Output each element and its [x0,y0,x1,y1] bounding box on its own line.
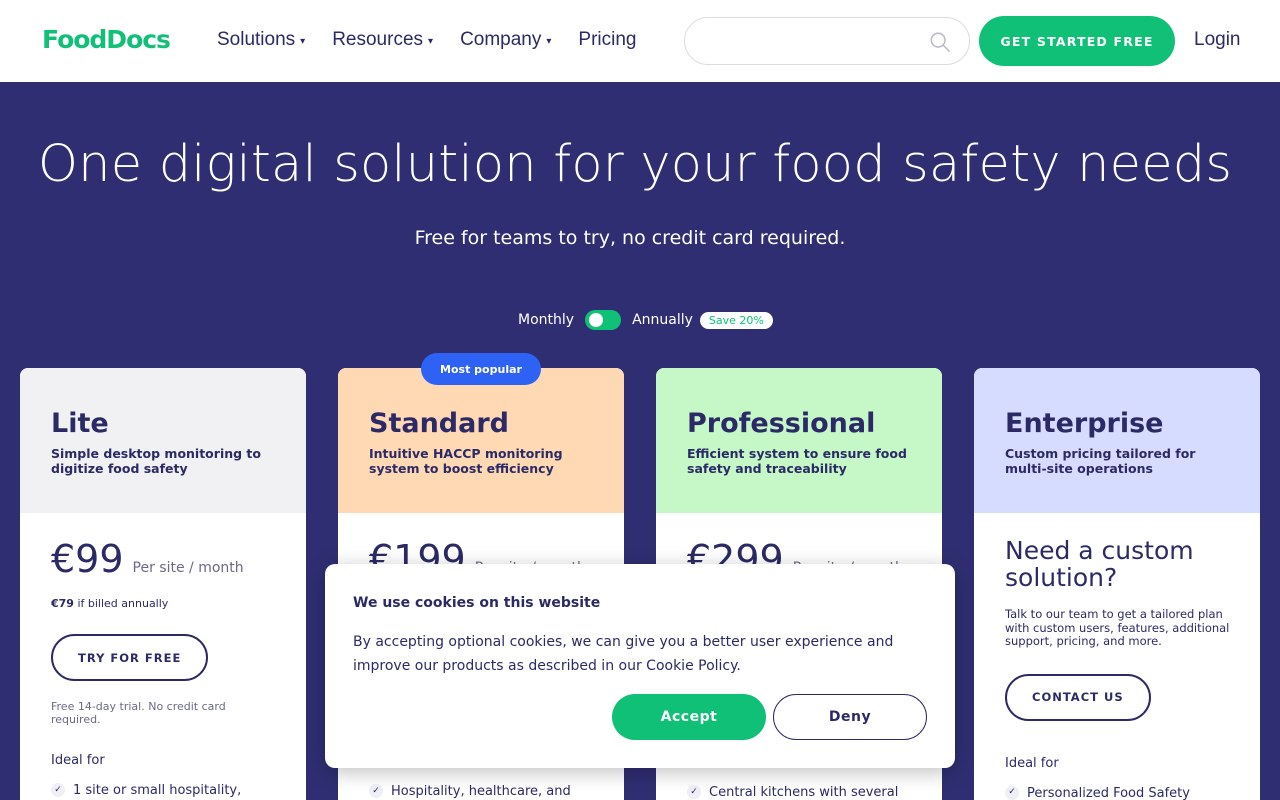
custom-solution-text: Talk to our team to get a tailored plan … [1005,607,1230,648]
plan-card-lite: Lite Simple desktop monitoring to digiti… [20,368,306,800]
login-link[interactable]: Login [1194,29,1241,51]
feature-text: 1 site or small hospitality, healthcare,… [73,783,242,798]
save-badge: Save 20% [699,311,773,329]
nav-pricing[interactable]: Pricing [578,29,636,51]
feature-text: Hospitality, healthcare, and retail comp… [391,784,571,799]
get-started-free-button[interactable]: GET STARTED FREE [979,16,1175,66]
plan-description: Simple desktop monitoring to digitize fo… [51,446,261,476]
deny-cookies-button[interactable]: Deny [773,694,927,740]
accept-cookies-button[interactable]: Accept [612,694,766,740]
site-header: FoodDocs Solutions ▾ Resources ▾ Company… [0,0,1280,82]
billing-period-toggle[interactable] [585,310,622,330]
search-box [684,17,970,65]
nav-company[interactable]: Company ▾ [460,29,551,51]
main-nav: Solutions ▾ Resources ▾ Company ▾ Pricin… [217,29,664,51]
ideal-for-heading: Ideal for [1005,755,1059,771]
plan-card-body: €99 Per site / month €79 if billed annua… [20,513,306,800]
check-icon: ✓ [1005,785,1019,800]
ideal-for-heading: Ideal for [51,753,105,768]
cookie-consent-dialog: We use cookies on this website By accept… [325,564,955,768]
custom-solution-title: Need a custom solution? [1005,536,1194,592]
feature-item: ✓ Hospitality, healthcare, and retail co… [369,783,599,800]
plan-card-header: Enterprise Custom pricing tailored for m… [974,368,1260,513]
chevron-down-icon: ▾ [300,35,306,47]
annual-price: €79 [51,597,74,610]
plan-card-header: Professional Efficient system to ensure … [656,368,942,513]
logo-text: FoodDocs [42,24,171,54]
hero-subtitle: Free for teams to try, no credit card re… [414,227,846,249]
plan-name: Standard [369,408,509,439]
nav-resources[interactable]: Resources ▾ [332,29,433,51]
monthly-label[interactable]: Monthly [518,312,574,328]
most-popular-badge: Most popular [421,353,541,385]
feature-text: Personalized Food Safety Software setup [1027,785,1190,800]
plan-card-header: Standard Intuitive HACCP monitoring syst… [338,368,624,513]
plan-card-enterprise: Enterprise Custom pricing tailored for m… [974,368,1260,800]
chevron-down-icon: ▾ [546,35,552,47]
annual-price-note: €79 if billed annually [51,597,276,610]
feature-item: ✓ Central kitchens with several sites co… [687,784,917,800]
plan-card-header: Lite Simple desktop monitoring to digiti… [20,368,306,513]
nav-label: Solutions [217,29,296,50]
feature-text: Central kitchens with several sites conn… [709,785,899,800]
plan-price: €99 [51,537,124,581]
toggle-knob [589,313,604,327]
nav-label: Pricing [578,29,637,50]
nav-solutions[interactable]: Solutions ▾ [217,29,305,51]
fooddocs-logo[interactable]: FoodDocs [42,24,171,54]
search-icon[interactable] [929,31,951,53]
check-icon: ✓ [369,784,383,798]
annual-suffix: if billed annually [73,597,169,610]
price-row: €99 Per site / month [51,537,276,581]
plan-name: Lite [51,408,109,439]
plan-description: Efficient system to ensure food safety a… [687,446,907,476]
chevron-down-icon: ▾ [428,35,434,47]
check-icon: ✓ [51,783,65,797]
plan-description: Custom pricing tailored for multi-site o… [1005,446,1196,476]
feature-item: ✓ 1 site or small hospitality, healthcar… [51,782,276,800]
hero-title: One digital solution for your food safet… [37,135,1233,194]
plan-name: Professional [687,408,876,439]
nav-label: Resources [332,29,424,50]
cookie-title: We use cookies on this website [353,595,601,611]
feature-item: ✓ Personalized Food Safety Software setu… [1005,785,1230,800]
contact-us-button[interactable]: CONTACT US [1005,673,1151,721]
try-for-free-button[interactable]: TRY FOR FREE [51,634,209,681]
trial-note: Free 14-day trial. No credit card requir… [51,700,226,726]
plan-card-body: Need a custom solution? Talk to our team… [974,513,1260,800]
plan-name: Enterprise [1005,408,1164,439]
billing-toggle-row: Monthly Annually Save 20% [518,310,773,330]
annually-label[interactable]: Annually [632,312,693,328]
plan-description: Intuitive HACCP monitoring system to boo… [369,446,563,476]
price-unit: Per site / month [132,560,244,576]
nav-label: Company [460,29,542,50]
search-input[interactable] [705,28,915,54]
cookie-text: By accepting optional cookies, we can gi… [353,634,894,674]
check-icon: ✓ [687,785,701,799]
